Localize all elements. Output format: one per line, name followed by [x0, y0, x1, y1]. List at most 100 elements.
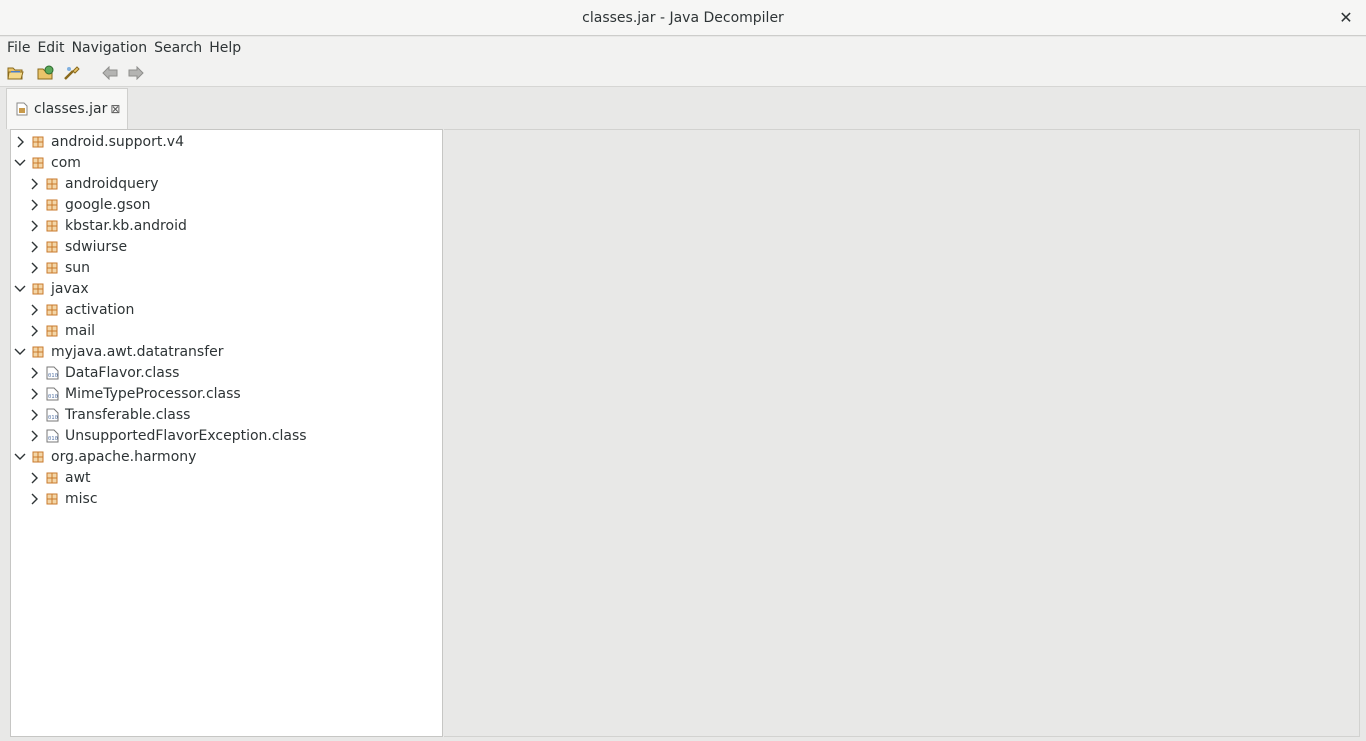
- package-icon: [31, 135, 45, 149]
- chevron-down-icon[interactable]: [13, 156, 27, 170]
- tree-node[interactable]: misc: [27, 488, 98, 509]
- chevron-right-icon[interactable]: [13, 135, 27, 149]
- package-icon: [31, 345, 45, 359]
- menu-edit[interactable]: Edit: [34, 37, 67, 59]
- chevron-right-icon[interactable]: [27, 219, 41, 233]
- tree-node[interactable]: mail: [27, 320, 95, 341]
- tree-node[interactable]: kbstar.kb.android: [27, 215, 187, 236]
- class-file-icon: 010: [45, 408, 59, 422]
- tree-node-label: MimeTypeProcessor.class: [65, 385, 241, 402]
- tree-node-label: google.gson: [65, 196, 151, 213]
- title-bar: classes.jar - Java Decompiler ✕: [0, 0, 1366, 36]
- forward-button[interactable]: [126, 63, 146, 83]
- chevron-down-icon[interactable]: [13, 282, 27, 296]
- tree-node-label: kbstar.kb.android: [65, 217, 187, 234]
- tree-node[interactable]: com: [13, 152, 81, 173]
- tree-node[interactable]: 010 MimeTypeProcessor.class: [27, 383, 241, 404]
- chevron-right-icon[interactable]: [27, 492, 41, 506]
- svg-text:010: 010: [48, 436, 58, 442]
- open-type-hierarchy-button[interactable]: [62, 63, 82, 83]
- open-type-hierarchy-icon: [64, 65, 80, 80]
- tree-node-label: org.apache.harmony: [51, 448, 197, 465]
- package-icon: [31, 450, 45, 464]
- tree-node-label: androidquery: [65, 175, 159, 192]
- tree-node-label: awt: [65, 469, 91, 486]
- tree-node-label: android.support.v4: [51, 133, 184, 150]
- tree-node-label: mail: [65, 322, 95, 339]
- tree-node-label: sun: [65, 259, 91, 276]
- open-type-button[interactable]: [36, 63, 56, 83]
- tab-label: classes.jar: [34, 101, 108, 117]
- chevron-right-icon[interactable]: [27, 177, 41, 191]
- open-type-icon: [37, 65, 54, 79]
- menu-bar: File Edit Navigation Search Help: [0, 37, 1366, 59]
- tree-node[interactable]: androidquery: [27, 173, 159, 194]
- chevron-right-icon[interactable]: [27, 240, 41, 254]
- chevron-right-icon[interactable]: [27, 408, 41, 422]
- tree-node[interactable]: google.gson: [27, 194, 150, 215]
- chevron-right-icon[interactable]: [27, 387, 41, 401]
- window-title: classes.jar - Java Decompiler: [582, 9, 784, 26]
- tree-node[interactable]: 010 Transferable.class: [27, 404, 190, 425]
- tree-node-label: sdwiurse: [65, 238, 128, 255]
- chevron-down-icon[interactable]: [13, 345, 27, 359]
- package-tree[interactable]: android.support.v4 com androidquery google.…: [10, 129, 443, 737]
- package-icon: [45, 240, 59, 254]
- package-icon: [45, 492, 59, 506]
- tree-node-label: javax: [51, 280, 89, 297]
- back-icon: [102, 65, 118, 80]
- toolbar: [0, 59, 1366, 87]
- tree-node[interactable]: sun: [27, 257, 90, 278]
- chevron-right-icon[interactable]: [27, 198, 41, 212]
- svg-text:010: 010: [48, 373, 58, 379]
- package-icon: [31, 282, 45, 296]
- tab-bar: classes.jar ⊠: [0, 88, 1366, 129]
- package-icon: [45, 303, 59, 317]
- menu-help[interactable]: Help: [206, 37, 244, 59]
- tree-node-label: activation: [65, 301, 135, 318]
- class-file-icon: 010: [45, 387, 59, 401]
- package-icon: [45, 261, 59, 275]
- menu-navigation[interactable]: Navigation: [69, 37, 151, 59]
- svg-text:010: 010: [48, 415, 58, 421]
- menu-search[interactable]: Search: [151, 37, 205, 59]
- tree-node-label: UnsupportedFlavorException.class: [65, 427, 307, 444]
- back-button[interactable]: [100, 63, 120, 83]
- package-icon: [45, 471, 59, 485]
- tab-classes-jar[interactable]: classes.jar ⊠: [6, 88, 128, 129]
- package-icon: [45, 219, 59, 233]
- open-file-icon: [7, 67, 24, 79]
- svg-text:010: 010: [48, 394, 58, 400]
- tree-node[interactable]: myjava.awt.datatransfer: [13, 341, 224, 362]
- tree-node-label: myjava.awt.datatransfer: [51, 343, 224, 360]
- chevron-right-icon[interactable]: [27, 303, 41, 317]
- class-file-icon: 010: [45, 366, 59, 380]
- tree-node[interactable]: 010 UnsupportedFlavorException.class: [27, 425, 307, 446]
- chevron-right-icon[interactable]: [27, 429, 41, 443]
- chevron-right-icon[interactable]: [27, 261, 41, 275]
- chevron-right-icon[interactable]: [27, 366, 41, 380]
- tree-node[interactable]: awt: [27, 467, 91, 488]
- package-icon: [45, 198, 59, 212]
- close-window-button[interactable]: ✕: [1336, 8, 1356, 28]
- tree-node[interactable]: sdwiurse: [27, 236, 127, 257]
- editor-area: [444, 129, 1360, 737]
- menu-file[interactable]: File: [4, 37, 33, 59]
- open-file-button[interactable]: [6, 63, 26, 83]
- class-file-icon: 010: [45, 429, 59, 443]
- package-icon: [31, 156, 45, 170]
- tree-node[interactable]: javax: [13, 278, 89, 299]
- tab-close-button[interactable]: ⊠: [110, 102, 120, 116]
- tree-node[interactable]: activation: [27, 299, 134, 320]
- tree-node-label: DataFlavor.class: [65, 364, 180, 381]
- tree-node[interactable]: org.apache.harmony: [13, 446, 196, 467]
- package-icon: [45, 177, 59, 191]
- tree-node-label: com: [51, 154, 81, 171]
- tree-node[interactable]: 010 DataFlavor.class: [27, 362, 179, 383]
- forward-icon: [128, 65, 144, 80]
- tree-node-label: misc: [65, 490, 98, 507]
- chevron-right-icon[interactable]: [27, 324, 41, 338]
- tree-node[interactable]: android.support.v4: [13, 131, 184, 152]
- chevron-right-icon[interactable]: [27, 471, 41, 485]
- chevron-down-icon[interactable]: [13, 450, 27, 464]
